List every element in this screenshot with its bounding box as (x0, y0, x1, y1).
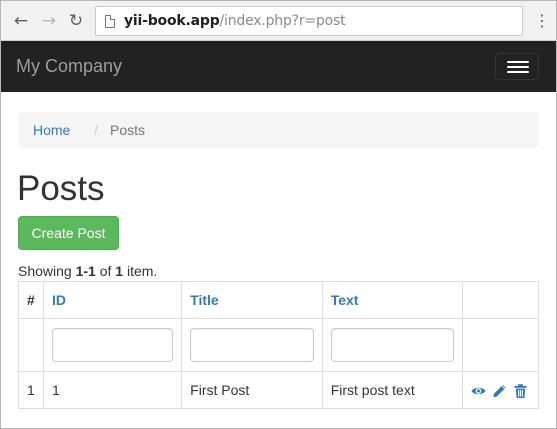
table-row: 1 1 First Post First post text (18, 371, 539, 409)
app-navbar: My Company (1, 41, 556, 92)
forward-button[interactable]: → (39, 11, 59, 31)
cell-title: First Post (181, 371, 323, 409)
view-post-link[interactable] (471, 381, 492, 397)
page-icon (105, 15, 115, 28)
filter-cell-actions (462, 318, 539, 372)
grid-summary: Showing 1-1 of 1 item. (18, 263, 157, 279)
eye-icon (471, 387, 486, 394)
arrow-right-icon: → (41, 11, 57, 31)
browser-menu-button[interactable]: ⋮ (534, 11, 550, 31)
sort-text-link[interactable]: Text (331, 292, 359, 308)
sort-title-link[interactable]: Title (190, 292, 219, 308)
column-header-text: Text (321, 281, 464, 319)
filter-cell-title (181, 318, 323, 372)
filter-id-input[interactable] (51, 328, 174, 362)
filter-cell-text (321, 318, 464, 372)
column-header-serial: # (18, 281, 44, 319)
breadcrumb-current: Posts (110, 122, 146, 138)
summary-range: 1-1 (75, 263, 96, 279)
back-button[interactable]: ← (11, 11, 31, 31)
kebab-menu-icon: ⋮ (534, 11, 550, 30)
summary-prefix: Showing (18, 263, 76, 279)
update-post-link[interactable] (492, 381, 513, 397)
column-header-title: Title (181, 281, 323, 319)
filter-text-input[interactable] (330, 328, 455, 362)
column-header-actions (462, 281, 539, 319)
url-path: /index.php?r=post (219, 13, 346, 29)
grid-header-row: # ID Title Text (18, 281, 539, 319)
cell-text: First post text (321, 371, 464, 409)
page-title: Posts (17, 169, 105, 208)
pencil-icon (493, 384, 506, 397)
arrow-left-icon: ← (13, 11, 29, 31)
filter-cell-id (42, 318, 183, 372)
cell-id: 1 (42, 371, 183, 409)
cell-actions (462, 371, 539, 409)
sort-id-link[interactable]: ID (52, 292, 66, 308)
brand-link[interactable]: My Company (16, 56, 122, 77)
create-post-button[interactable]: Create Post (18, 216, 119, 250)
summary-middle: of (95, 263, 116, 279)
trash-icon (514, 383, 527, 398)
reload-button[interactable]: ↻ (66, 11, 86, 31)
browser-window: ← → ↻ yii-book.app/index.php?r=post ⋮ My… (0, 0, 557, 429)
grid-filter-row (18, 318, 539, 372)
cell-serial: 1 (18, 371, 44, 409)
breadcrumb: Home / Posts (18, 112, 539, 148)
breadcrumb-separator: / (94, 122, 98, 138)
delete-post-link[interactable] (513, 381, 530, 398)
summary-suffix: item. (123, 263, 158, 279)
url-text: yii-book.app/index.php?r=post (124, 13, 346, 29)
filter-cell-serial (18, 318, 44, 372)
summary-total: 1 (115, 263, 124, 279)
navbar-toggle-button[interactable] (495, 53, 539, 80)
url-host: yii-book.app (124, 13, 220, 29)
filter-title-input[interactable] (190, 328, 314, 362)
address-bar[interactable]: yii-book.app/index.php?r=post (95, 6, 523, 36)
reload-icon: ↻ (68, 11, 84, 31)
browser-toolbar: ← → ↻ yii-book.app/index.php?r=post ⋮ (1, 1, 556, 41)
breadcrumb-home-link[interactable]: Home (33, 122, 70, 138)
column-header-id: ID (42, 281, 183, 319)
posts-grid: # ID Title Text 1 1 First Post First pos… (18, 281, 539, 409)
